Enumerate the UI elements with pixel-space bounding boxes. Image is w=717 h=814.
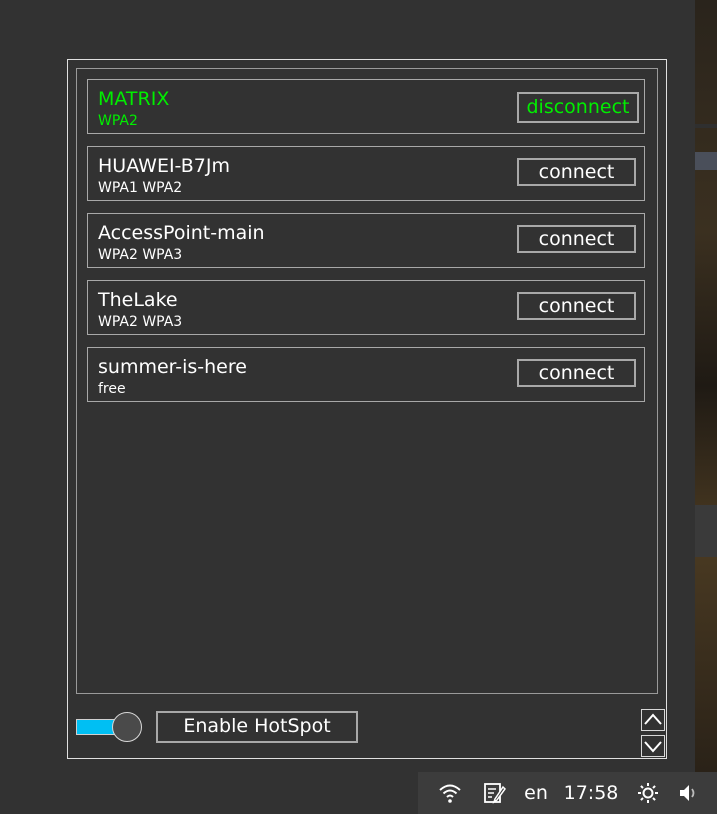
- network-list: MATRIX WPA2 disconnect HUAWEI-B7Jm WPA1 …: [76, 68, 658, 694]
- network-row-huawei[interactable]: HUAWEI-B7Jm WPA1 WPA2 connect: [87, 146, 645, 201]
- scroll-up-button[interactable]: [641, 709, 665, 731]
- wallpaper-window-edge: [695, 152, 717, 170]
- tray-volume[interactable]: [674, 772, 702, 814]
- network-name: TheLake: [98, 289, 178, 311]
- wallpaper-window-edge: [695, 124, 717, 128]
- disconnect-button[interactable]: disconnect: [517, 92, 639, 123]
- network-row-accesspoint[interactable]: AccessPoint-main WPA2 WPA3 connect: [87, 213, 645, 268]
- wallpaper-window-edge: [695, 505, 717, 557]
- connect-button[interactable]: connect: [517, 292, 636, 320]
- network-security: WPA1 WPA2: [98, 180, 183, 196]
- enable-hotspot-button[interactable]: Enable HotSpot: [156, 711, 358, 743]
- wifi-dialog: MATRIX WPA2 disconnect HUAWEI-B7Jm WPA1 …: [67, 59, 667, 759]
- network-security: WPA2 WPA3: [98, 314, 183, 330]
- toggle-knob: [112, 712, 142, 742]
- wifi-icon: [439, 784, 461, 803]
- scroll-down-button[interactable]: [641, 735, 665, 757]
- network-row-summer[interactable]: summer-is-here free connect: [87, 347, 645, 402]
- network-name: summer-is-here: [98, 356, 247, 378]
- network-name: AccessPoint-main: [98, 222, 265, 244]
- network-name: HUAWEI-B7Jm: [98, 155, 230, 177]
- desktop-wallpaper: [695, 0, 717, 772]
- connect-button[interactable]: connect: [517, 359, 636, 387]
- connect-button[interactable]: connect: [517, 225, 636, 253]
- notepad-edit-icon: [484, 783, 506, 804]
- tray-brightness[interactable]: [635, 772, 661, 814]
- tray-wifi[interactable]: [436, 772, 464, 814]
- chevron-up-icon: [644, 713, 662, 725]
- clock[interactable]: 17:58: [563, 772, 619, 814]
- network-name: MATRIX: [98, 88, 170, 110]
- system-tray: en 17:58: [418, 772, 717, 814]
- connect-button[interactable]: connect: [517, 158, 636, 186]
- sun-icon: [638, 783, 658, 803]
- speaker-icon: [680, 785, 695, 801]
- keyboard-layout-indicator[interactable]: en: [521, 772, 551, 814]
- network-security: WPA2 WPA3: [98, 247, 183, 263]
- network-security: free: [98, 381, 126, 397]
- network-row-matrix[interactable]: MATRIX WPA2 disconnect: [87, 79, 645, 134]
- network-security: WPA2: [98, 113, 138, 129]
- chevron-down-icon: [644, 741, 662, 753]
- tray-notes[interactable]: [480, 772, 508, 814]
- network-row-thelake[interactable]: TheLake WPA2 WPA3 connect: [87, 280, 645, 335]
- hotspot-toggle[interactable]: [76, 712, 144, 742]
